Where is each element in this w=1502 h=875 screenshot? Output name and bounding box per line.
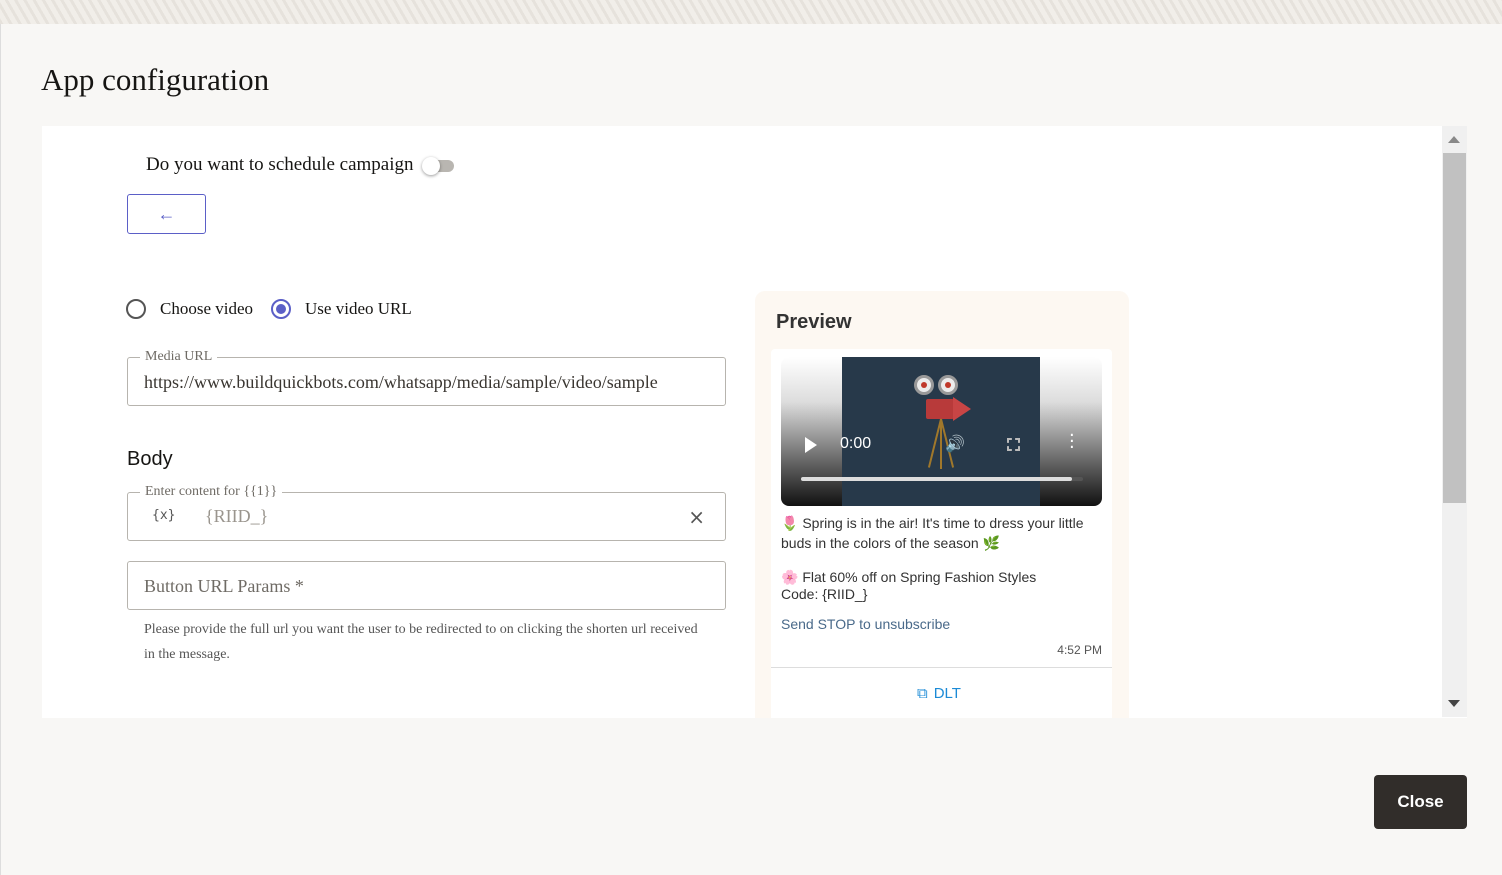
preview-panel: Preview 0:00 🔊 · · · 🌷 Spring is in the …	[755, 291, 1129, 718]
divider	[771, 667, 1112, 668]
unsubscribe-text: Send STOP to unsubscribe	[781, 616, 951, 632]
media-url-input[interactable]: https://www.buildquickbots.com/whatsapp/…	[144, 372, 714, 393]
scroll-up-arrow-icon[interactable]	[1448, 136, 1460, 143]
radio-label: Use video URL	[305, 299, 412, 318]
radio-circle-selected[interactable]	[271, 299, 292, 319]
external-link-icon: ⧉	[917, 684, 928, 702]
button-url-params-field[interactable]: Button URL Params *	[127, 561, 726, 610]
message-preview-card: 0:00 🔊 · · · 🌷 Spring is in the air! It's …	[771, 349, 1112, 718]
message-text-line2: 🌸 Flat 60% off on Spring Fashion Styles	[781, 569, 1037, 585]
radio-circle[interactable]	[126, 299, 146, 319]
video-time: 0:00	[840, 435, 872, 452]
video-controls: 0:00 🔊 · · ·	[781, 357, 1102, 506]
button-url-params-input[interactable]: Button URL Params *	[144, 576, 304, 597]
preview-title: Preview	[776, 311, 852, 333]
body-variable-field[interactable]: Enter content for {{1}} {x} {RIID_} ×	[127, 484, 726, 541]
body-variable-input[interactable]: {RIID_}	[205, 506, 268, 527]
radio-use-video-url[interactable]: Use video URL	[271, 299, 412, 319]
vertical-scrollbar[interactable]	[1442, 126, 1467, 717]
back-button[interactable]: ←	[127, 194, 206, 234]
video-progress-fill	[801, 477, 1072, 481]
more-options-icon[interactable]: · · ·	[1069, 427, 1075, 457]
body-variable-legend: Enter content for {{1}}	[140, 484, 283, 500]
message-timestamp: 4:52 PM	[1057, 643, 1102, 657]
background-pattern	[0, 0, 1502, 24]
dialog-content: Do you want to schedule campaign ← Choos…	[42, 126, 1467, 718]
message-text-line1: 🌷 Spring is in the air! It's time to dre…	[781, 515, 1084, 551]
body-heading: Body	[127, 448, 173, 470]
volume-icon[interactable]: 🔊	[945, 434, 965, 453]
message-text-line3: Code: {RIID_}	[781, 586, 868, 602]
schedule-row: Do you want to schedule campaign	[146, 154, 456, 176]
fullscreen-icon[interactable]	[1007, 438, 1020, 451]
variable-icon[interactable]: {x}	[152, 508, 175, 523]
dlt-label: DLT	[933, 684, 961, 702]
schedule-label: Do you want to schedule campaign	[146, 154, 414, 175]
dlt-link-button[interactable]: ⧉ DLT	[917, 684, 961, 702]
button-url-help-text: Please provide the full url you want the…	[144, 622, 698, 662]
scrollbar-thumb[interactable]	[1443, 153, 1466, 503]
media-url-field[interactable]: Media URL https://www.buildquickbots.com…	[127, 349, 726, 406]
radio-choose-video[interactable]: Choose video	[126, 299, 253, 319]
schedule-toggle[interactable]	[420, 157, 456, 175]
dialog-title: App configuration	[41, 62, 270, 97]
media-url-legend: Media URL	[140, 349, 218, 365]
toggle-knob	[421, 157, 440, 175]
message-text-offer: 🌸 Flat 60% off on Spring Fashion Styles …	[781, 569, 1036, 603]
play-icon[interactable]	[805, 437, 817, 453]
close-button[interactable]: Close	[1374, 775, 1467, 829]
video-progress-bar[interactable]	[801, 477, 1083, 481]
scroll-down-arrow-icon[interactable]	[1448, 700, 1460, 707]
app-configuration-dialog: App configuration Do you want to schedul…	[0, 24, 1502, 875]
video-source-radio-group: Choose video Use video URL	[126, 299, 430, 319]
arrow-left-icon: ←	[157, 203, 176, 224]
clear-icon[interactable]: ×	[688, 505, 705, 529]
radio-label: Choose video	[160, 299, 254, 318]
video-player[interactable]: 0:00 🔊 · · ·	[781, 357, 1102, 506]
